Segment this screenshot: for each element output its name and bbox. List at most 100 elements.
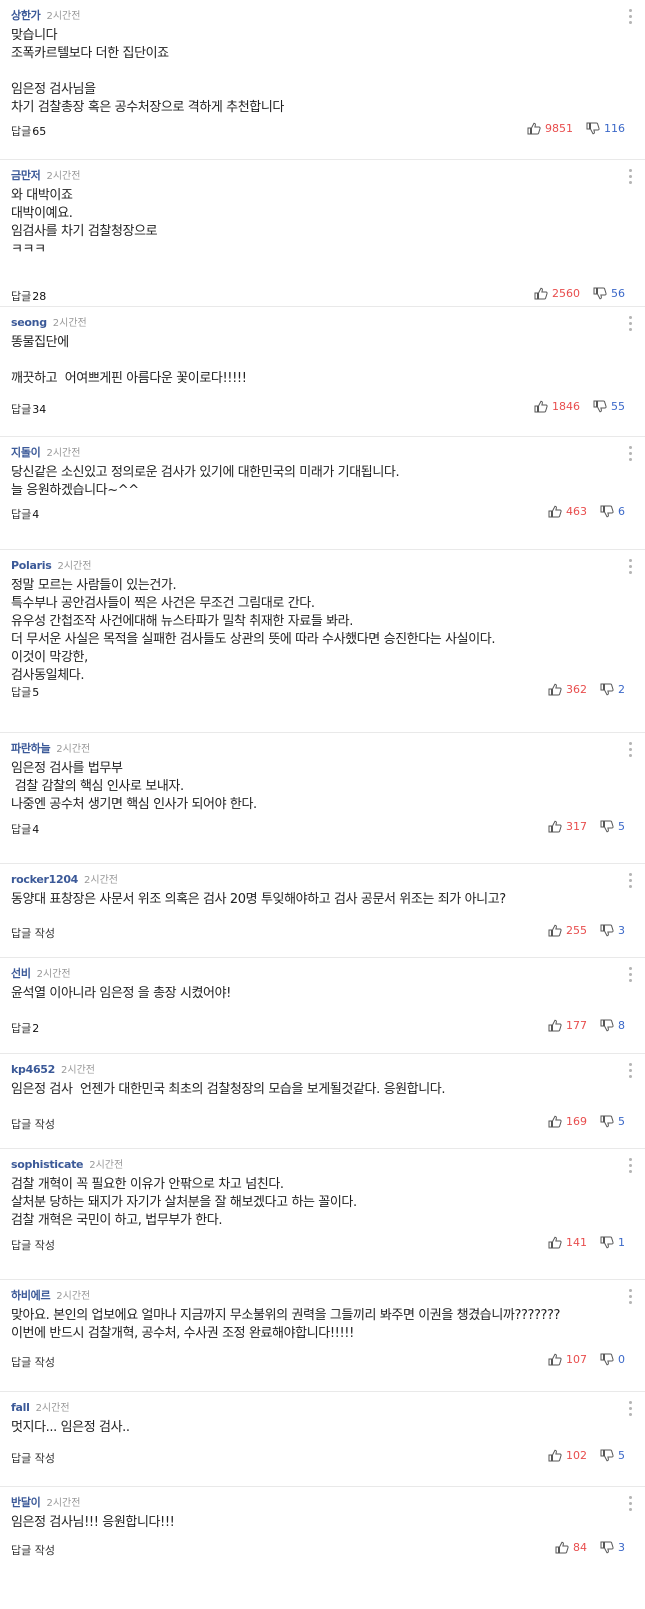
- comment-time: 2시간전: [46, 448, 81, 459]
- comment-item: 선비 2시간전 윤석열 이아니라 임은정 을 총장 시켰어야! 답글2 177 8: [0, 958, 645, 1054]
- dislike-button[interactable]: 6: [600, 505, 625, 518]
- reply-count: 5: [32, 686, 40, 699]
- like-button[interactable]: 317: [548, 820, 587, 833]
- more-options-icon[interactable]: [629, 559, 632, 577]
- like-button[interactable]: 255: [548, 924, 587, 937]
- dislike-button[interactable]: 5: [600, 820, 625, 833]
- comment-author[interactable]: 하비에르: [11, 1289, 51, 1302]
- thumbs-up-icon: [548, 820, 562, 833]
- vote-area: 255 3: [548, 924, 625, 937]
- dislike-button[interactable]: 3: [600, 924, 625, 937]
- comment-text: 맞습니다 조폭카르텔보다 더한 집단이죠 임은정 검사님을 차기 검찰총장 혹은 공수…: [11, 28, 284, 115]
- comment-author[interactable]: 상한가: [11, 9, 41, 22]
- like-button[interactable]: 1846: [534, 400, 580, 413]
- dislike-button[interactable]: 8: [600, 1019, 625, 1032]
- reply-count: 65: [32, 125, 47, 138]
- reply-button[interactable]: 답글5: [11, 684, 39, 700]
- comment-item: 파란하늘 2시간전 임은정 검사를 법무부 검찰 감찰의 핵심 인사로 보내자. 나…: [0, 733, 645, 864]
- like-button[interactable]: 141: [548, 1236, 587, 1249]
- reply-button[interactable]: 답글28: [11, 288, 46, 304]
- more-options-icon[interactable]: [629, 1289, 632, 1307]
- thumbs-up-icon: [548, 1115, 562, 1128]
- like-button[interactable]: 362: [548, 683, 587, 696]
- reply-button[interactable]: 답글4: [11, 506, 39, 522]
- dislike-button[interactable]: 1: [600, 1236, 625, 1249]
- comment-time: 2시간전: [35, 1403, 70, 1414]
- dislike-button[interactable]: 5: [600, 1449, 625, 1462]
- more-options-icon[interactable]: [629, 446, 632, 464]
- comment-author[interactable]: 지돌이: [11, 446, 41, 459]
- like-button[interactable]: 107: [548, 1353, 587, 1366]
- comment-item: 반달이 2시간전 임은정 검사님!!! 응원합니다!!! 답글 작성 84 3: [0, 1487, 645, 1609]
- thumbs-down-icon: [593, 287, 607, 300]
- reply-button[interactable]: 답글 작성: [11, 1450, 56, 1466]
- more-options-icon[interactable]: [629, 9, 632, 27]
- comment-author[interactable]: 반달이: [11, 1496, 41, 1509]
- dislike-button[interactable]: 3: [600, 1541, 625, 1554]
- more-options-icon[interactable]: [629, 873, 632, 891]
- thumbs-up-icon: [534, 287, 548, 300]
- comment-author[interactable]: sophisticate: [11, 1158, 84, 1171]
- comment-time: 2시간전: [46, 171, 81, 182]
- thumbs-up-icon: [548, 1019, 562, 1032]
- more-options-icon[interactable]: [629, 742, 632, 760]
- dislike-button[interactable]: 5: [600, 1115, 625, 1128]
- reply-button[interactable]: 답글 작성: [11, 1237, 56, 1253]
- vote-area: 362 2: [548, 683, 625, 696]
- like-button[interactable]: 9851: [527, 122, 573, 135]
- comment-text: 맞아요. 본인의 업보에요 얼마나 지금까지 무소불위의 권력을 그들끼리 봐주…: [11, 1308, 560, 1341]
- more-options-icon[interactable]: [629, 967, 632, 985]
- vote-area: 2560 56: [534, 287, 625, 300]
- comment-author[interactable]: 파란하늘: [11, 742, 51, 755]
- reply-button[interactable]: 답글 작성: [11, 1116, 56, 1132]
- dislike-count: 56: [611, 287, 625, 300]
- comment-author[interactable]: fall: [11, 1401, 30, 1414]
- reply-button[interactable]: 답글34: [11, 401, 46, 417]
- thumbs-up-icon: [534, 400, 548, 413]
- like-button[interactable]: 177: [548, 1019, 587, 1032]
- vote-area: 84 3: [555, 1541, 625, 1554]
- reply-count: 4: [32, 508, 40, 521]
- dislike-button[interactable]: 0: [600, 1353, 625, 1366]
- dislike-count: 5: [618, 820, 625, 833]
- more-options-icon[interactable]: [629, 1158, 632, 1176]
- reply-button[interactable]: 답글 작성: [11, 1542, 56, 1558]
- vote-area: 141 1: [548, 1236, 625, 1249]
- comment-author[interactable]: 선비: [11, 967, 31, 980]
- vote-area: 9851 116: [527, 122, 625, 135]
- dislike-button[interactable]: 55: [593, 400, 625, 413]
- like-button[interactable]: 84: [555, 1541, 587, 1554]
- like-count: 463: [566, 505, 587, 518]
- comment-text: 멋지다... 임은정 검사..: [11, 1420, 130, 1435]
- thumbs-up-icon: [548, 505, 562, 518]
- dislike-count: 6: [618, 505, 625, 518]
- more-options-icon[interactable]: [629, 316, 632, 334]
- more-options-icon[interactable]: [629, 1063, 632, 1081]
- comment-author[interactable]: seong: [11, 316, 47, 329]
- reply-button[interactable]: 답글2: [11, 1020, 39, 1036]
- comment-author[interactable]: kp4652: [11, 1063, 55, 1076]
- dislike-button[interactable]: 56: [593, 287, 625, 300]
- like-button[interactable]: 169: [548, 1115, 587, 1128]
- thumbs-down-icon: [600, 820, 614, 833]
- reply-button[interactable]: 답글 작성: [11, 925, 56, 941]
- reply-button[interactable]: 답글 작성: [11, 1354, 56, 1370]
- more-options-icon[interactable]: [629, 1496, 632, 1514]
- dislike-button[interactable]: 116: [586, 122, 625, 135]
- dislike-button[interactable]: 2: [600, 683, 625, 696]
- like-button[interactable]: 102: [548, 1449, 587, 1462]
- like-count: 169: [566, 1115, 587, 1128]
- more-options-icon[interactable]: [629, 169, 632, 187]
- reply-button[interactable]: 답글65: [11, 123, 46, 139]
- comment-author[interactable]: 금만저: [11, 169, 41, 182]
- like-button[interactable]: 2560: [534, 287, 580, 300]
- thumbs-down-icon: [600, 924, 614, 937]
- comment-text: 윤석열 이아니라 임은정 을 총장 시켰어야!: [11, 986, 231, 1001]
- comment-text: 임은정 검사 언젠가 대한민국 최초의 검찰청장의 모습을 보게될것같다. 응원…: [11, 1082, 446, 1097]
- comment-author[interactable]: Polaris: [11, 559, 52, 572]
- reply-button[interactable]: 답글4: [11, 821, 39, 837]
- like-button[interactable]: 463: [548, 505, 587, 518]
- more-options-icon[interactable]: [629, 1401, 632, 1419]
- comment-author[interactable]: rocker1204: [11, 873, 78, 886]
- thumbs-down-icon: [600, 683, 614, 696]
